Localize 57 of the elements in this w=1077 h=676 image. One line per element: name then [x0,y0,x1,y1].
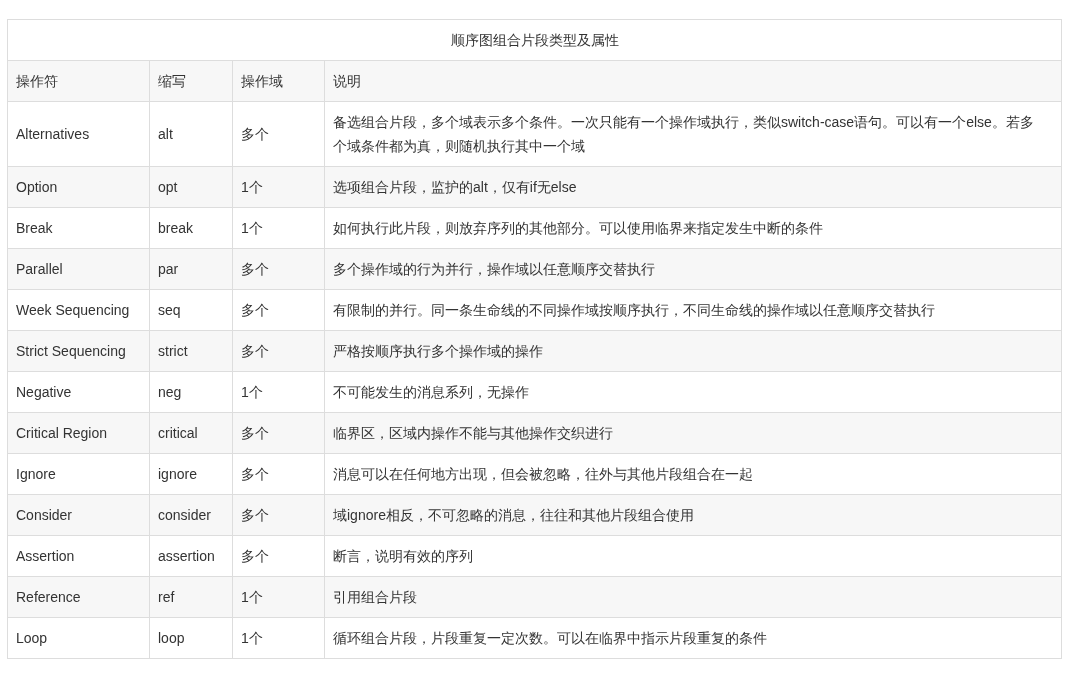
table-cell: 备选组合片段，多个域表示多个条件。一次只能有一个操作域执行，类似switch-case语句。可以有一个else。若多个域条件都为真，则随机执行其中一个域 [324,101,1062,167]
table-cell: 1个 [232,371,325,413]
column-header: 操作域 [232,60,325,102]
table-cell: 多个 [232,101,325,167]
column-header: 缩写 [149,60,233,102]
table-cell: strict [149,330,233,372]
table-cell: Critical Region [7,412,150,454]
table-cell: 如何执行此片段，则放弃序列的其他部分。可以使用临界来指定发生中断的条件 [324,207,1062,249]
table-cell: Negative [7,371,150,413]
table-cell: 多个 [232,289,325,331]
table-cell: Ignore [7,453,150,495]
table-cell: 1个 [232,617,325,659]
table-caption: 顺序图组合片段类型及属性 [7,19,1062,61]
table-cell: 多个 [232,453,325,495]
table-cell: opt [149,166,233,208]
table-cell: Alternatives [7,101,150,167]
column-header: 说明 [324,60,1062,102]
column-header: 操作符 [7,60,150,102]
table-cell: 引用组合片段 [324,576,1062,618]
table-cell: 选项组合片段，监护的alt，仅有if无else [324,166,1062,208]
table-cell: alt [149,101,233,167]
table-cell: 1个 [232,576,325,618]
table-cell: 有限制的并行。同一条生命线的不同操作域按顺序执行，不同生命线的操作域以任意顺序交替执行 [324,289,1062,331]
table-cell: ref [149,576,233,618]
table-cell: break [149,207,233,249]
table-cell: Break [7,207,150,249]
table-cell: 临界区，区域内操作不能与其他操作交织进行 [324,412,1062,454]
table-cell: 多个 [232,412,325,454]
table-cell: 消息可以在任何地方出现，但会被忽略，往外与其他片段组合在一起 [324,453,1062,495]
table-cell: 循环组合片段，片段重复一定次数。可以在临界中指示片段重复的条件 [324,617,1062,659]
table-cell: 多个 [232,330,325,372]
table-cell: assertion [149,535,233,577]
table-cell: Loop [7,617,150,659]
table-cell: par [149,248,233,290]
table-cell: 1个 [232,207,325,249]
table-cell: 多个 [232,494,325,536]
table-cell: loop [149,617,233,659]
table-cell: 多个操作域的行为并行，操作域以任意顺序交替执行 [324,248,1062,290]
table-cell: ignore [149,453,233,495]
table-cell: seq [149,289,233,331]
table-cell: Option [7,166,150,208]
table-cell: 域ignore相反，不可忽略的消息，往往和其他片段组合使用 [324,494,1062,536]
table-cell: 断言，说明有效的序列 [324,535,1062,577]
table-cell: critical [149,412,233,454]
table-cell: Consider [7,494,150,536]
table-cell: neg [149,371,233,413]
table-cell: Reference [7,576,150,618]
table-cell: Strict Sequencing [7,330,150,372]
table-cell: 不可能发生的消息系列，无操作 [324,371,1062,413]
table-cell: 严格按顺序执行多个操作域的操作 [324,330,1062,372]
table-cell: Parallel [7,248,150,290]
table-cell: 多个 [232,535,325,577]
table-cell: 1个 [232,166,325,208]
table-cell: consider [149,494,233,536]
table-cell: Assertion [7,535,150,577]
table-cell: Week Sequencing [7,289,150,331]
table-cell: 多个 [232,248,325,290]
